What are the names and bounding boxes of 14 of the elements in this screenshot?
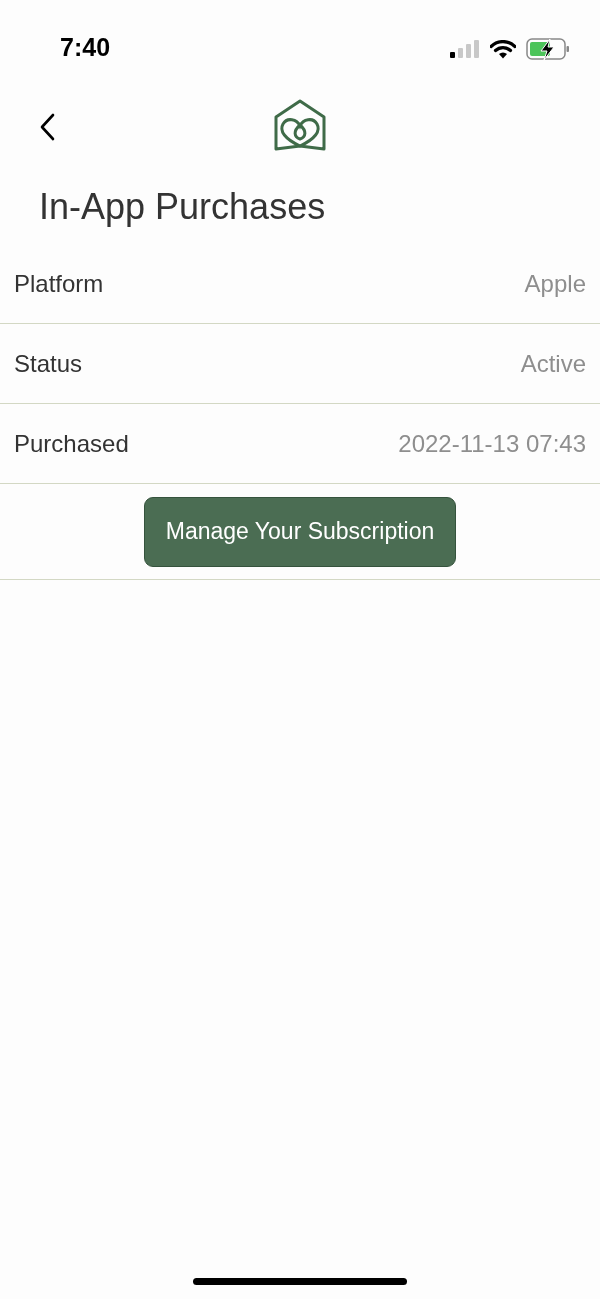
house-heart-logo-icon — [273, 99, 327, 153]
detail-value: Active — [520, 348, 586, 379]
page-title: In-App Purchases — [38, 185, 327, 229]
wifi-icon — [490, 39, 516, 59]
detail-value: 2022-11-13 07:43 — [398, 428, 586, 459]
detail-value: Apple — [524, 268, 586, 299]
back-icon — [39, 113, 55, 141]
status-time: 7:40 — [60, 32, 111, 63]
detail-label: Purchased — [14, 428, 129, 459]
detail-label: Status — [14, 348, 83, 379]
signal-icon — [450, 40, 480, 58]
battery-charging-icon — [526, 38, 570, 60]
manage-subscription-button[interactable]: Manage Your Subscription — [144, 496, 456, 567]
detail-label: Platform — [14, 268, 104, 299]
